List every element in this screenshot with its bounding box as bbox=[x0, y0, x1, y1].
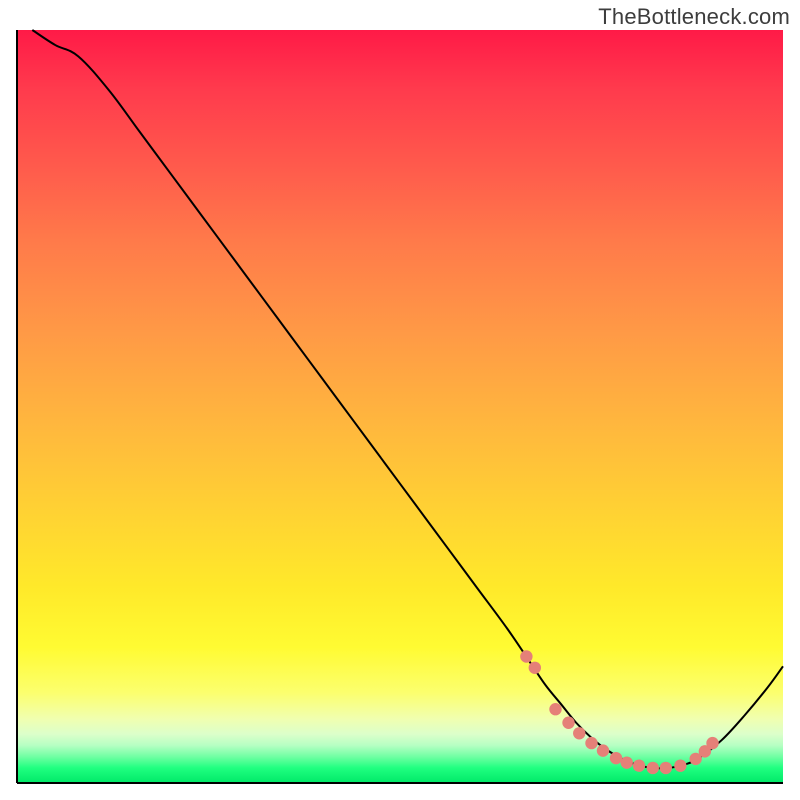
highlight-marker bbox=[633, 759, 645, 771]
highlight-marker bbox=[520, 650, 532, 662]
highlight-marker bbox=[585, 737, 597, 749]
axes bbox=[17, 30, 783, 783]
highlight-marker bbox=[610, 752, 622, 764]
highlight-marker bbox=[660, 762, 672, 774]
curve-layer bbox=[32, 30, 783, 768]
highlight-marker bbox=[674, 759, 686, 771]
chart-svg bbox=[0, 0, 800, 800]
bottleneck-curve bbox=[32, 30, 783, 768]
chart-container: TheBottleneck.com bbox=[0, 0, 800, 800]
highlight-marker bbox=[706, 737, 718, 749]
markers-layer bbox=[520, 650, 719, 774]
highlight-marker bbox=[621, 756, 633, 768]
highlight-marker bbox=[647, 762, 659, 774]
highlight-marker bbox=[597, 744, 609, 756]
highlight-marker bbox=[529, 662, 541, 674]
highlight-marker bbox=[562, 717, 574, 729]
highlight-marker bbox=[549, 703, 561, 715]
highlight-marker bbox=[573, 727, 585, 739]
